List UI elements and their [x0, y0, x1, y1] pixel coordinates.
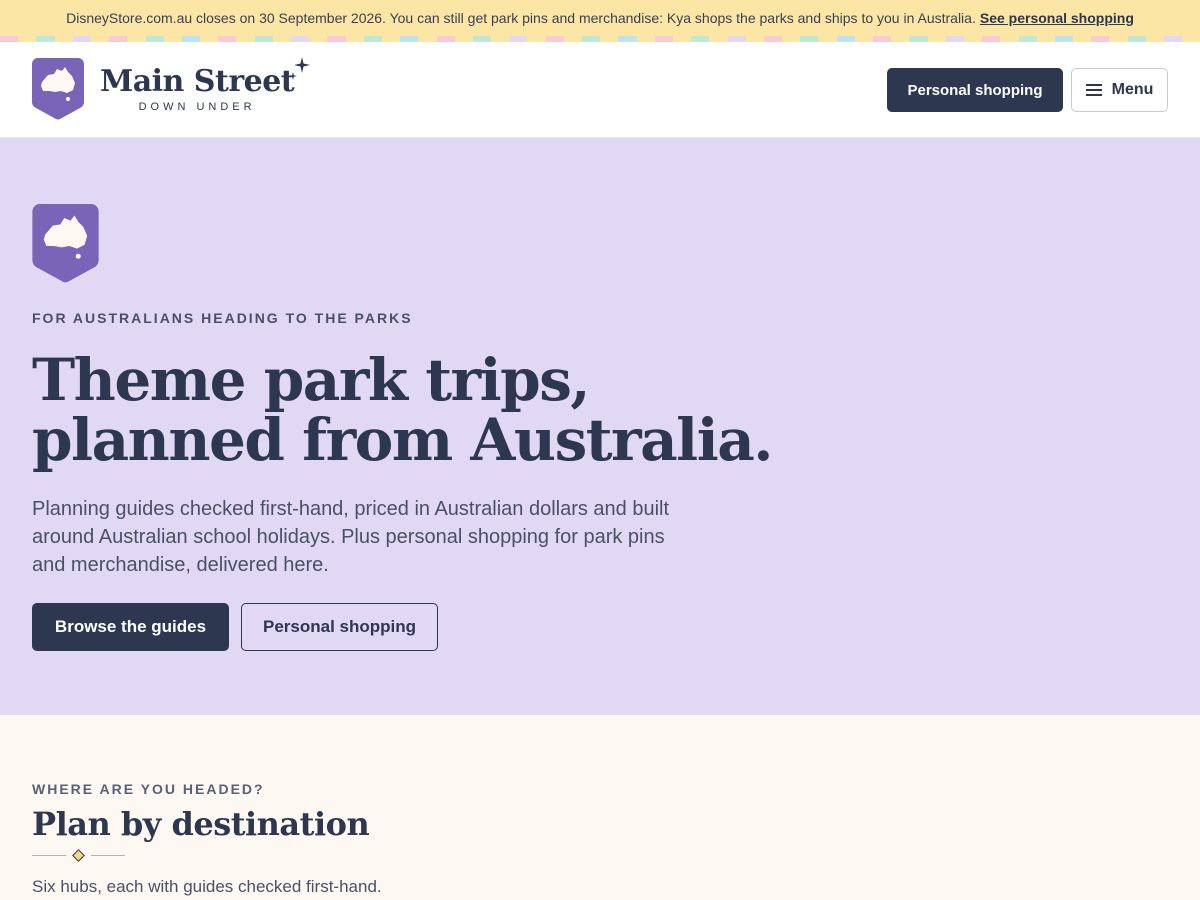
logo-wordmark: Main Street DOWN UNDER [100, 57, 311, 113]
hero-personal-shopping-button[interactable]: Personal shopping [241, 603, 438, 651]
brand-tagline: DOWN UNDER [138, 101, 256, 113]
personal-shopping-button[interactable]: Personal shopping [887, 68, 1063, 112]
australia-badge-icon [32, 204, 99, 283]
divider-line [91, 855, 125, 856]
menu-button[interactable]: Menu [1071, 68, 1168, 112]
destinations-section: WHERE ARE YOU HEADED? Plan by destinatio… [0, 715, 1200, 900]
diamond-icon [72, 849, 85, 862]
menu-label: Menu [1111, 81, 1154, 98]
see-personal-shopping-link[interactable]: See personal shopping [980, 10, 1134, 26]
ornament-divider [32, 849, 125, 862]
hero-title-line-1: Theme park trips, [32, 346, 591, 414]
site-logo[interactable]: Main Street DOWN UNDER [32, 57, 311, 120]
hamburger-icon [1085, 84, 1102, 96]
sparkle-icon [289, 57, 311, 80]
hero-title: Theme park trips, planned from Australia… [32, 346, 774, 474]
hero-eyebrow: FOR AUSTRALIANS HEADING TO THE PARKS [32, 310, 413, 326]
australia-badge-icon [32, 58, 84, 120]
browse-guides-button[interactable]: Browse the guides [32, 603, 229, 651]
hero-title-line-2: planned from Australia. [32, 406, 774, 474]
site-header: Main Street DOWN UNDER Personal shopping… [0, 42, 1200, 138]
destinations-title: Plan by destination [32, 805, 370, 843]
destinations-eyebrow: WHERE ARE YOU HEADED? [32, 781, 265, 797]
divider-line [32, 855, 66, 856]
announcement-bar: DisneyStore.com.au closes on 30 Septembe… [0, 0, 1200, 36]
brand-name: Main Street [100, 64, 295, 99]
hero-description: Planning guides checked first-hand, pric… [32, 498, 670, 576]
hero-section: FOR AUSTRALIANS HEADING TO THE PARKS The… [0, 138, 1200, 715]
announcement-text: DisneyStore.com.au closes on 30 Septembe… [66, 10, 976, 26]
destinations-description: Six hubs, each with guides checked first… [32, 877, 382, 896]
